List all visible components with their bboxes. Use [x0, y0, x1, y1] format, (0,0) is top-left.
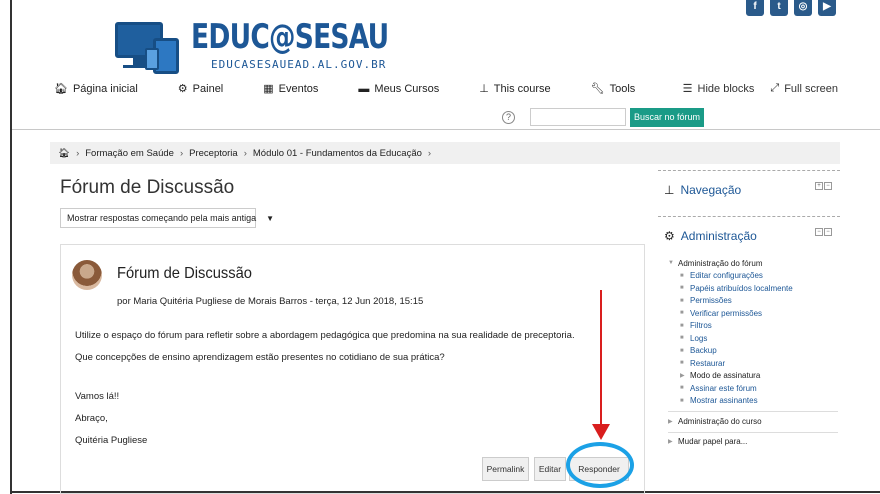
- nav-dashboard[interactable]: ⚙ Painel: [177, 82, 223, 96]
- tree-forum-admin[interactable]: ▼ Administração do fórum: [668, 257, 838, 270]
- post-paragraph: Que concepções de ensino aprendizagem es…: [75, 352, 445, 363]
- nav-right: ☰ Hide blocks ⤢ Full screen: [683, 82, 838, 95]
- bullet-icon: ■: [680, 335, 684, 342]
- tree-course-admin[interactable]: ▶ Administração do curso: [668, 415, 838, 428]
- nav-my-courses[interactable]: ▬ Meus Cursos: [358, 82, 439, 95]
- main-nav: 🏠︎ Página inicial ⚙ Painel ▦ Eventos ▬ Meus …: [54, 82, 675, 96]
- courses-icon: ▬: [358, 82, 370, 95]
- avatar[interactable]: [72, 260, 102, 290]
- forum-search-input[interactable]: [530, 108, 626, 126]
- permalink-button[interactable]: Permalink: [482, 457, 529, 481]
- twitter-icon[interactable]: t: [770, 0, 788, 16]
- breadcrumb-item[interactable]: Formação em Saúde: [85, 148, 174, 159]
- annotation-circle: [566, 442, 634, 488]
- sitemap-icon: ⊥: [664, 183, 675, 197]
- hide-blocks-button[interactable]: ☰ Hide blocks: [682, 82, 755, 96]
- admin-tree: ▼ Administração do fórum ■ Editar configur…: [668, 257, 838, 448]
- tree-item[interactable]: ■ Filtros: [668, 320, 838, 333]
- tree-item[interactable]: ■ Editar configurações: [668, 270, 838, 283]
- triangle-right-icon: ▶: [668, 439, 673, 446]
- bullet-icon: ■: [680, 385, 684, 392]
- navigation-block: ⊥ Navegação + −: [658, 170, 840, 208]
- annotation-arrow: [600, 290, 602, 430]
- tree-item[interactable]: ■ Backup: [668, 345, 838, 358]
- full-screen-button[interactable]: ⤢ Full screen: [770, 82, 838, 95]
- site-header: f t ◎ ▶ EDUC@SESAU EDUCASESAUEAD.AL.GOV.…: [12, 0, 880, 130]
- instagram-icon[interactable]: ◎: [794, 0, 812, 16]
- nav-this-course[interactable]: ⊥ This course: [479, 82, 550, 96]
- annotation-arrow-head: [592, 424, 610, 440]
- caret-down-icon: ▼: [266, 213, 275, 223]
- dashboard-icon: ⚙: [177, 83, 188, 95]
- tree-item[interactable]: ■ Permissões: [668, 295, 838, 308]
- bullet-icon: ■: [680, 297, 684, 304]
- forum-post: Fórum de Discussão por Maria Quitéria Pu…: [60, 244, 645, 494]
- expand-icon: ⤢: [770, 82, 780, 94]
- tree-signature-mode[interactable]: ▶ Modo de assinatura: [668, 370, 838, 383]
- tree-item[interactable]: ■ Logs: [668, 332, 838, 345]
- post-paragraph: Utilize o espaço do fórum para refletir …: [75, 330, 575, 341]
- bullet-icon: ■: [680, 347, 684, 354]
- post-signature: Quitéria Pugliese: [75, 435, 148, 446]
- home-icon: 🏠︎: [54, 83, 68, 95]
- site-logo[interactable]: EDUC@SESAU EDUCASESAUEAD.AL.GOV.BR: [115, 18, 444, 74]
- triangle-down-icon: ▼: [668, 260, 674, 267]
- help-icon[interactable]: ?: [502, 111, 515, 124]
- bullet-icon: ■: [680, 360, 684, 367]
- social-links: f t ◎ ▶: [746, 0, 836, 16]
- collapse-icon[interactable]: −: [824, 182, 832, 190]
- breadcrumb: 🏠︎ › Formação em Saúde › Preceptoria › M…: [50, 142, 840, 164]
- move-icon[interactable]: −: [815, 228, 823, 236]
- collapse-icon[interactable]: −: [824, 228, 832, 236]
- breadcrumb-item[interactable]: Preceptoria: [189, 148, 238, 159]
- triangle-right-icon: ▶: [680, 373, 685, 380]
- page-title: Fórum de Discussão: [60, 177, 235, 198]
- nav-home[interactable]: 🏠︎ Página inicial: [54, 82, 138, 96]
- navigation-title[interactable]: Navegação: [680, 183, 741, 197]
- tree-item[interactable]: ■ Restaurar: [668, 357, 838, 370]
- sort-select[interactable]: Mostrar respostas começando pela mais an…: [60, 208, 274, 228]
- bullet-icon: ■: [680, 285, 684, 292]
- tree-item[interactable]: ■ Papéis atribuídos localmente: [668, 282, 838, 295]
- wrench-icon: 🔧︎: [590, 83, 605, 95]
- site-url: EDUCASESAUEAD.AL.GOV.BR: [211, 58, 387, 71]
- devices-logo-icon: [115, 18, 183, 74]
- tree-item[interactable]: ■ Mostrar assinantes: [668, 395, 838, 408]
- tree-item[interactable]: ■ Assinar este fórum: [668, 382, 838, 395]
- administration-block: ⚙ Administração − − ▼ Administração do fóru…: [658, 216, 840, 494]
- post-author-meta: por Maria Quitéria Pugliese de Morais Ba…: [117, 296, 424, 307]
- post-title: Fórum de Discussão: [117, 265, 252, 282]
- move-icon[interactable]: +: [815, 182, 823, 190]
- gears-icon: ⚙: [664, 229, 675, 243]
- youtube-icon[interactable]: ▶: [818, 0, 836, 16]
- tree-change-role[interactable]: ▶ Mudar papel para...: [668, 436, 838, 449]
- site-title: EDUC@SESAU: [191, 17, 389, 57]
- list-icon: ☰: [682, 83, 693, 95]
- bullet-icon: ■: [680, 322, 684, 329]
- search-forum-button[interactable]: Buscar no fórum: [630, 108, 705, 127]
- home-icon[interactable]: 🏠︎: [58, 148, 70, 159]
- nav-events[interactable]: ▦ Eventos: [263, 82, 318, 96]
- bullet-icon: ■: [680, 272, 684, 279]
- bullet-icon: ■: [680, 397, 684, 404]
- sitemap-icon: ⊥: [479, 83, 489, 95]
- calendar-icon: ▦: [263, 83, 274, 95]
- post-closing: Abraço,: [75, 413, 108, 424]
- breadcrumb-item[interactable]: Módulo 01 - Fundamentos da Educação: [253, 148, 422, 159]
- tree-item[interactable]: ■ Verificar permissões: [668, 307, 838, 320]
- post-closing: Vamos lá!!: [75, 391, 120, 402]
- facebook-icon[interactable]: f: [746, 0, 764, 16]
- edit-button[interactable]: Editar: [534, 457, 566, 481]
- bullet-icon: ■: [680, 310, 684, 317]
- triangle-right-icon: ▶: [668, 418, 673, 425]
- administration-title[interactable]: Administração: [681, 229, 757, 243]
- nav-tools[interactable]: 🔧︎ Tools: [590, 82, 636, 96]
- post-body: Utilize o espaço do fórum para refletir …: [75, 330, 575, 457]
